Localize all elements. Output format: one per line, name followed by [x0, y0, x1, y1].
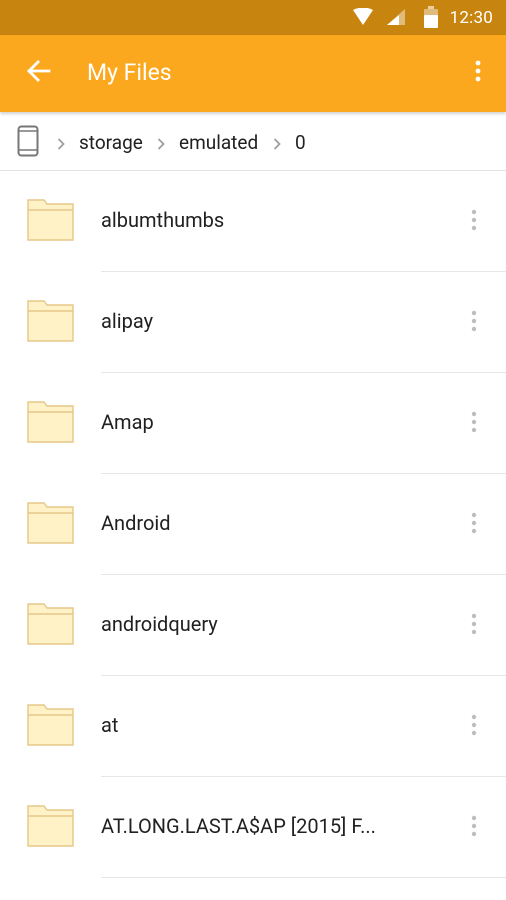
more-vertical-icon[interactable] — [462, 609, 486, 639]
folder-icon — [27, 501, 75, 549]
more-vertical-icon — [475, 60, 481, 86]
file-name: androidquery — [101, 612, 218, 636]
status-bar: 12:30 — [0, 0, 506, 35]
folder-icon — [27, 703, 75, 751]
folder-icon — [27, 804, 75, 852]
chevron-right-icon — [57, 135, 65, 154]
file-name: Android — [101, 511, 171, 535]
wifi-icon — [352, 7, 374, 30]
breadcrumb: storage emulated 0 — [0, 112, 506, 171]
app-bar: My Files — [0, 35, 506, 112]
back-button[interactable] — [20, 55, 56, 91]
phone-device-icon[interactable] — [17, 125, 39, 161]
breadcrumb-item-0[interactable]: 0 — [295, 131, 306, 155]
chevron-right-icon — [273, 135, 281, 154]
cellular-signal-icon — [386, 8, 406, 30]
page-title: My Files — [87, 59, 172, 86]
folder-icon — [27, 299, 75, 347]
list-item[interactable]: at — [0, 676, 506, 777]
more-vertical-icon[interactable] — [462, 205, 486, 235]
more-vertical-icon[interactable] — [462, 508, 486, 538]
battery-icon — [424, 6, 438, 32]
breadcrumb-item-emulated[interactable]: emulated — [179, 131, 258, 155]
file-name: AT.LONG.LAST.A$AP [2015] F... — [101, 814, 376, 838]
folder-icon — [27, 400, 75, 448]
file-name: alipay — [101, 309, 154, 333]
more-vertical-icon[interactable] — [462, 407, 486, 437]
file-list: albumthumbs alipay Amap Android androidq… — [0, 171, 506, 878]
list-item[interactable]: alipay — [0, 272, 506, 373]
chevron-right-icon — [157, 135, 165, 154]
more-vertical-icon[interactable] — [462, 811, 486, 841]
file-name: albumthumbs — [101, 208, 225, 232]
list-item[interactable]: androidquery — [0, 575, 506, 676]
divider — [101, 877, 506, 878]
list-item[interactable]: AT.LONG.LAST.A$AP [2015] F... — [0, 777, 506, 878]
more-vertical-icon[interactable] — [462, 306, 486, 336]
arrow-back-icon — [25, 59, 51, 87]
file-name: at — [101, 713, 119, 737]
clock-time: 12:30 — [449, 8, 493, 28]
list-item[interactable]: Amap — [0, 373, 506, 474]
list-item[interactable]: Android — [0, 474, 506, 575]
folder-icon — [27, 198, 75, 246]
overflow-menu-button[interactable] — [464, 55, 492, 91]
file-name: Amap — [101, 410, 154, 434]
list-item[interactable]: albumthumbs — [0, 171, 506, 272]
breadcrumb-item-storage[interactable]: storage — [79, 131, 143, 155]
more-vertical-icon[interactable] — [462, 710, 486, 740]
folder-icon — [27, 602, 75, 650]
